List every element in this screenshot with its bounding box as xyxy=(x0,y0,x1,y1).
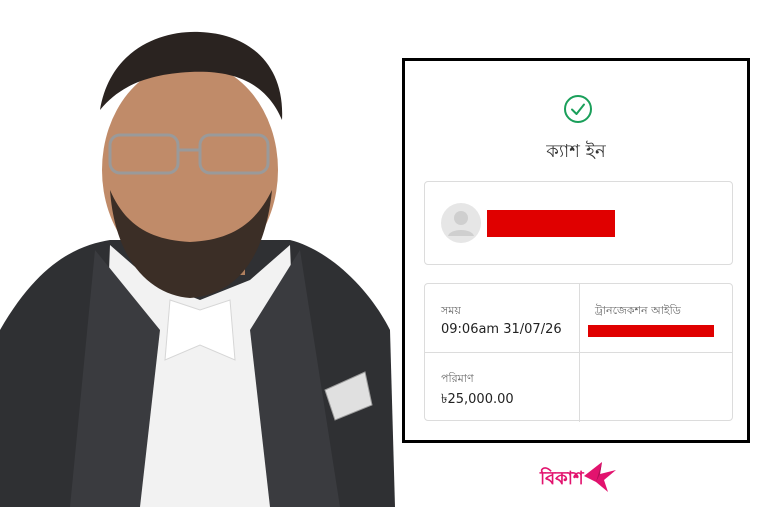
redacted-recipient-info xyxy=(487,210,615,237)
transaction-id-label: ট্রানজেকশন আইডি xyxy=(595,304,681,317)
amount-label: পরিমাণ xyxy=(441,372,474,385)
divider-vertical-lower xyxy=(579,352,580,422)
transaction-details: সময় 09:06am 31/07/26 ট্রানজেকশন আইডি পর… xyxy=(424,283,733,422)
logo-text: বিকাশ xyxy=(540,468,584,489)
portrait-illustration xyxy=(0,0,400,507)
cash-in-receipt: ক্যাশ ইন সময় 09:06am 31/07/26 ট্রানজেকশ… xyxy=(402,58,750,443)
receipt-title: ক্যাশ ইন xyxy=(546,141,606,162)
redacted-transaction-id xyxy=(588,325,714,337)
bird-icon xyxy=(584,462,616,492)
user-avatar-icon xyxy=(441,203,481,243)
time-value: 09:06am 31/07/26 xyxy=(441,322,562,337)
check-circle-icon xyxy=(564,95,592,123)
bkash-logo: বিকাশ xyxy=(540,460,620,494)
divider-vertical xyxy=(579,284,580,352)
portrait-photo xyxy=(0,0,400,507)
time-label: সময় xyxy=(441,304,461,317)
amount-value: ৳25,000.00 xyxy=(441,392,514,407)
recipient-card xyxy=(424,181,733,265)
